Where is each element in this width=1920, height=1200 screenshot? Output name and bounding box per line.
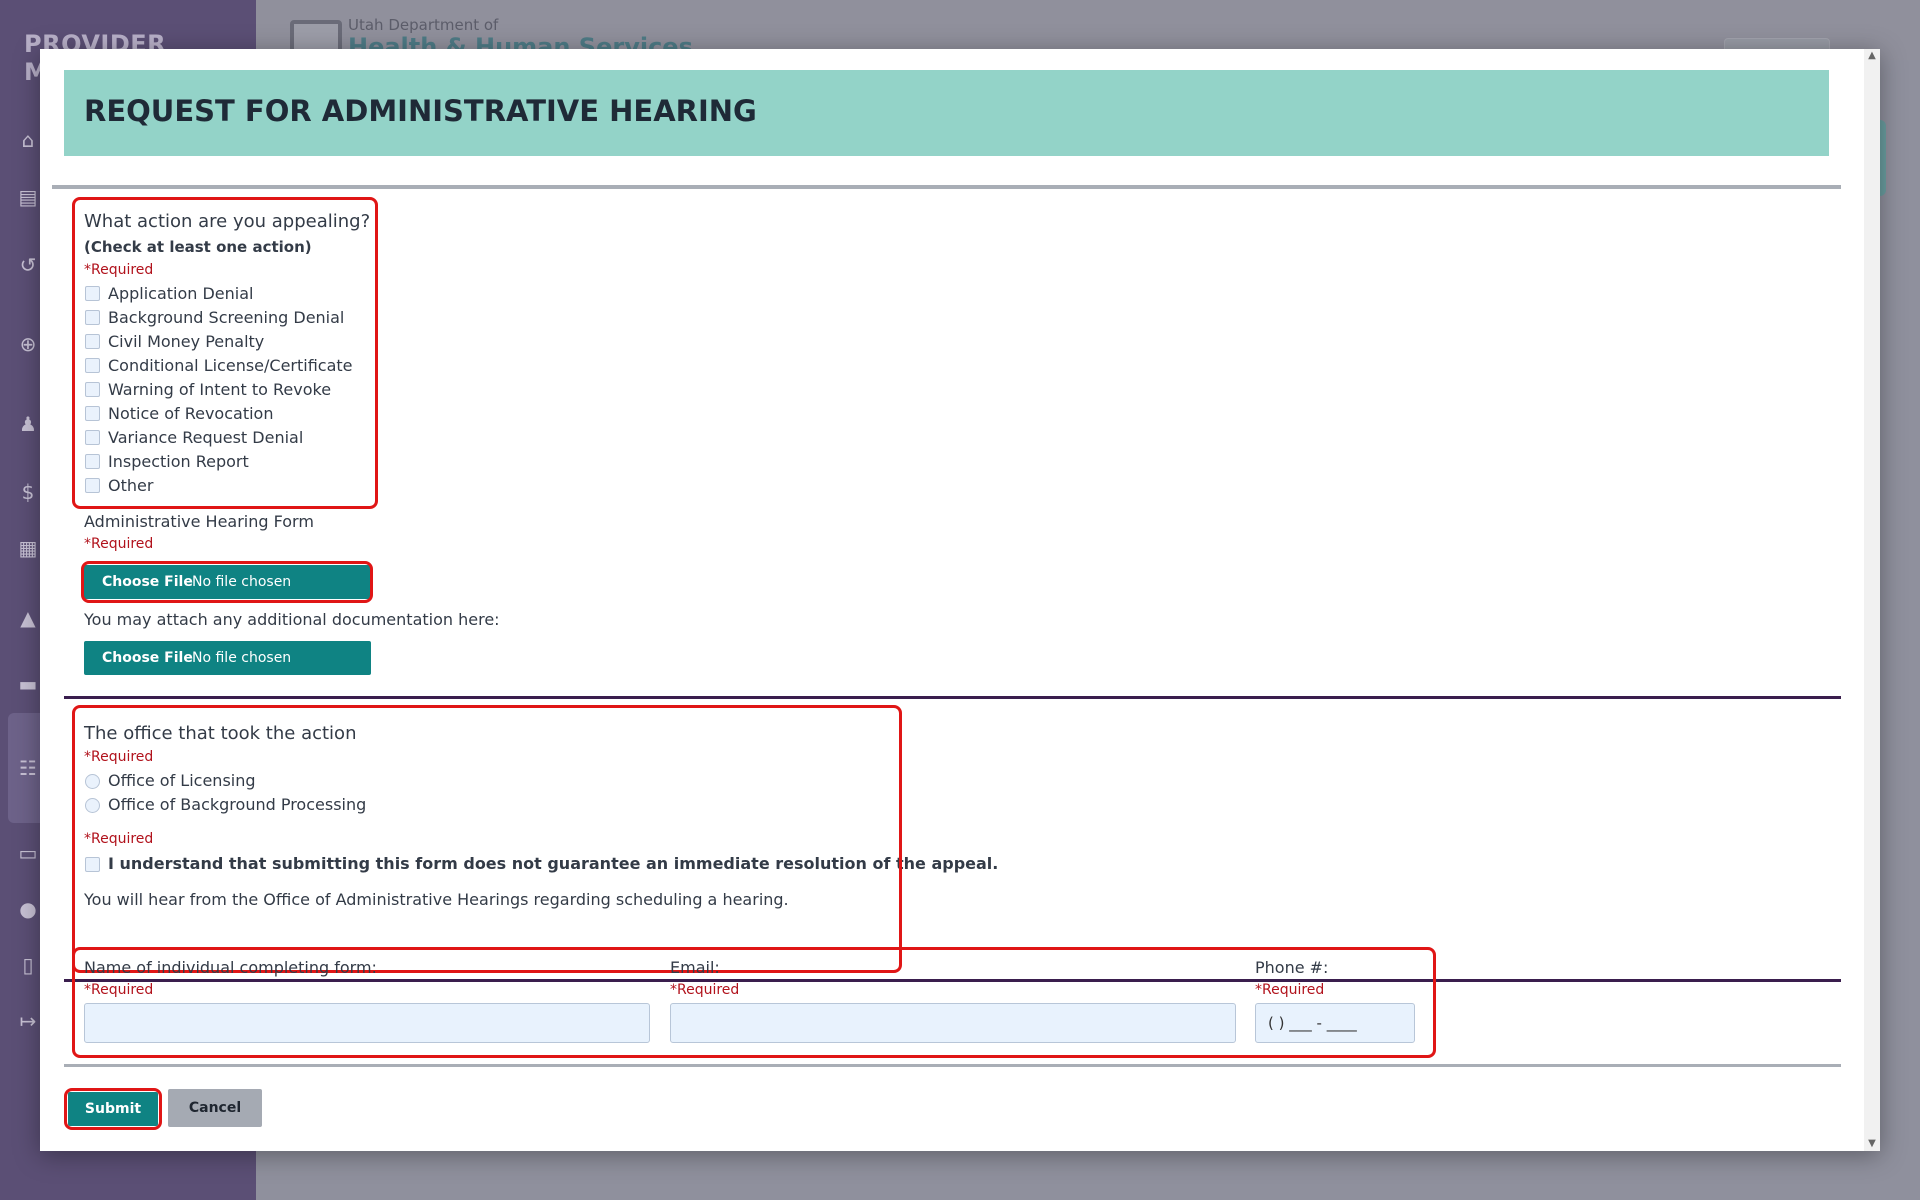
checkbox-other[interactable]: [85, 478, 100, 493]
additional-docs-file-input[interactable]: Choose File No file chosen: [84, 641, 371, 675]
required-label: *Required: [670, 982, 740, 998]
org-name-small: Utah Department of: [348, 16, 499, 34]
checkbox-inspection-report[interactable]: [85, 454, 100, 469]
id-card-icon[interactable]: ▭: [14, 839, 42, 867]
section-divider: [64, 979, 1841, 982]
radio-office-of-background-processing[interactable]: [85, 798, 100, 813]
radio-office-of-licensing[interactable]: [85, 774, 100, 789]
modal-header: REQUEST FOR ADMINISTRATIVE HEARING: [64, 70, 1829, 156]
additional-docs-label: You may attach any additional documentat…: [84, 610, 500, 629]
option-label: Civil Money Penalty: [108, 332, 265, 351]
hearing-request-modal: ▲ ▼ REQUEST FOR ADMINISTRATIVE HEARING W…: [40, 49, 1880, 1151]
chat-icon[interactable]: ●: [14, 895, 42, 923]
choose-file-button[interactable]: Choose File: [102, 641, 193, 675]
checkbox-notice-of-revocation[interactable]: [85, 406, 100, 421]
scroll-down-icon[interactable]: ▼: [1867, 1139, 1877, 1149]
acknowledgement-checkbox[interactable]: [85, 857, 100, 872]
dollar-icon[interactable]: $: [14, 478, 42, 506]
name-label: Name of individual completing form:: [84, 958, 377, 977]
section-divider: [52, 185, 1841, 189]
choose-file-button[interactable]: Choose File: [102, 565, 193, 599]
option-label: Variance Request Denial: [108, 428, 304, 447]
clipboard-icon[interactable]: ▤: [14, 183, 42, 211]
option-label: Inspection Report: [108, 452, 249, 471]
option-label: Notice of Revocation: [108, 404, 274, 423]
required-label: *Required: [1255, 982, 1325, 998]
modal-title: REQUEST FOR ADMINISTRATIVE HEARING: [84, 94, 757, 128]
file-status: No file chosen: [192, 574, 292, 590]
action-hint: (Check at least one action): [84, 238, 312, 256]
option-label: Office of Background Processing: [108, 795, 367, 814]
required-label: *Required: [84, 536, 154, 552]
scroll-up-icon[interactable]: ▲: [1867, 51, 1877, 61]
required-label: *Required: [84, 749, 154, 765]
phone-label: Phone #:: [1255, 958, 1329, 977]
email-label: Email:: [670, 958, 720, 977]
home-icon[interactable]: ⌂: [14, 126, 42, 154]
cancel-button[interactable]: Cancel: [168, 1089, 262, 1127]
users-icon[interactable]: ☷: [14, 754, 42, 782]
acknowledgement-label: I understand that submitting this form d…: [108, 854, 999, 873]
checkbox-background-screening-denial[interactable]: [85, 310, 100, 325]
plus-circle-icon[interactable]: ⊕: [14, 330, 42, 358]
option-label: Conditional License/Certificate: [108, 356, 353, 375]
folder-icon[interactable]: ▬: [14, 670, 42, 698]
file-icon[interactable]: ▯: [14, 951, 42, 979]
option-label: Application Denial: [108, 284, 254, 303]
checkbox-conditional-license[interactable]: [85, 358, 100, 373]
user-gear-icon[interactable]: ♟: [14, 410, 42, 438]
email-input[interactable]: [670, 1003, 1236, 1043]
document-icon[interactable]: ▦: [14, 534, 42, 562]
action-question: What action are you appealing?: [84, 211, 371, 232]
checkbox-variance-request-denial[interactable]: [85, 430, 100, 445]
history-icon[interactable]: ↺: [14, 251, 42, 279]
option-label: Background Screening Denial: [108, 308, 345, 327]
name-input[interactable]: [84, 1003, 650, 1043]
phone-input[interactable]: ( ) ___ - ____: [1255, 1003, 1415, 1043]
office-question: The office that took the action: [84, 723, 357, 744]
required-label: *Required: [84, 262, 154, 278]
modal-scrollbar[interactable]: ▲ ▼: [1864, 49, 1880, 1151]
hearing-form-file-input[interactable]: Choose File No file chosen: [84, 565, 371, 599]
option-label: Warning of Intent to Revoke: [108, 380, 332, 399]
option-label: Office of Licensing: [108, 771, 256, 790]
option-label: Other: [108, 476, 154, 495]
section-divider: [64, 1064, 1841, 1067]
checkbox-application-denial[interactable]: [85, 286, 100, 301]
hearing-note: You will hear from the Office of Adminis…: [84, 890, 789, 909]
file-status: No file chosen: [192, 650, 292, 666]
submit-button[interactable]: Submit: [68, 1092, 158, 1126]
checkbox-warning-of-intent[interactable]: [85, 382, 100, 397]
logout-icon[interactable]: ↦: [14, 1007, 42, 1035]
checkbox-civil-money-penalty[interactable]: [85, 334, 100, 349]
warning-icon[interactable]: ▲: [14, 604, 42, 632]
required-label: *Required: [84, 831, 154, 847]
section-divider: [64, 696, 1841, 699]
required-label: *Required: [84, 982, 154, 998]
highlight-box: [72, 705, 902, 973]
hearing-form-label: Administrative Hearing Form: [84, 512, 314, 531]
